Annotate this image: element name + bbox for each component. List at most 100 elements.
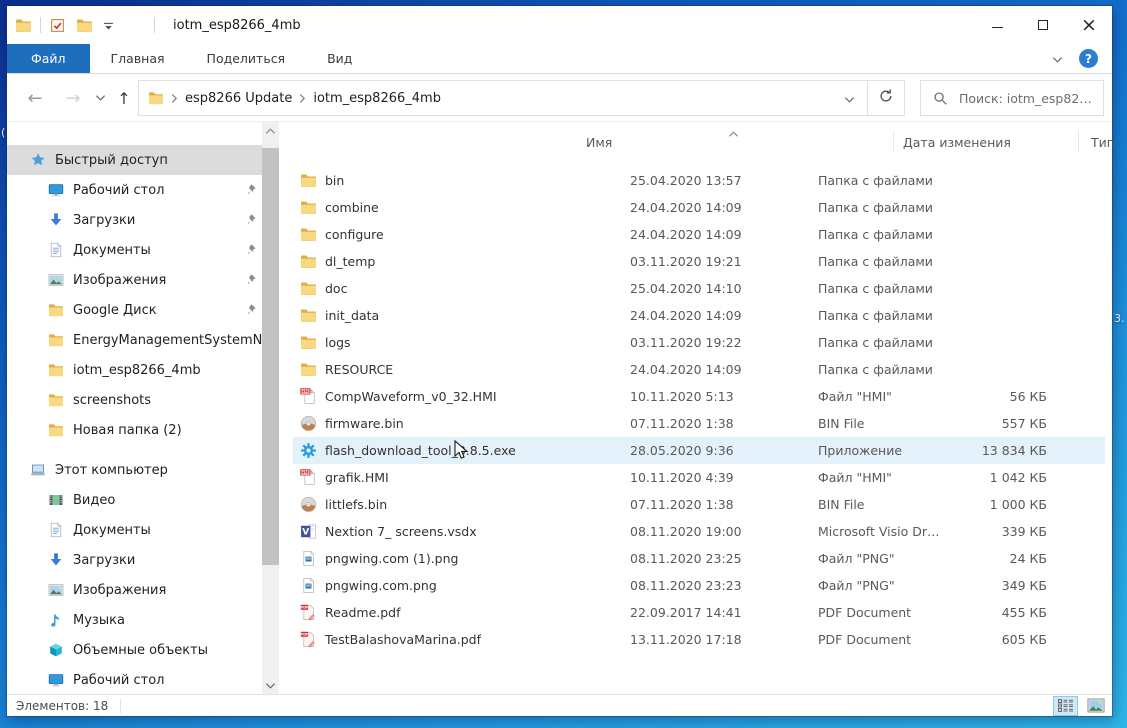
column-separator[interactable]	[1078, 131, 1079, 153]
file-date: 24.04.2020 14:09	[630, 302, 742, 329]
breadcrumb-segment[interactable]: iotm_esp8266_4mb	[313, 91, 441, 106]
folder-icon	[48, 302, 64, 318]
sidebar-item[interactable]: Изображения	[7, 575, 262, 605]
file-name: init_data	[325, 302, 379, 329]
gear-file-icon	[300, 442, 317, 459]
column-separator[interactable]	[893, 131, 894, 153]
up-button[interactable]: ↑	[111, 74, 137, 122]
ribbon-tab[interactable]: Поделиться	[186, 44, 307, 73]
address-bar[interactable]: esp8266 Update iotm_esp8266_4mb	[138, 80, 868, 116]
file-row[interactable]: combine24.04.2020 14:09Папка с файлами	[293, 194, 1105, 221]
file-type: Приложение	[818, 437, 902, 464]
column-headers: ИмяДата измененияТипРазмер	[280, 122, 1112, 156]
sidebar-item-label: Документы	[73, 243, 151, 258]
ribbon-tab[interactable]: Вид	[306, 44, 373, 73]
recent-locations-icon[interactable]	[90, 74, 110, 122]
file-row[interactable]: RESOURCE24.04.2020 14:09Папка с файлами	[293, 356, 1105, 383]
file-name: firmware.bin	[325, 410, 404, 437]
expand-ribbon-icon[interactable]	[1052, 49, 1063, 68]
file-row[interactable]: init_data24.04.2020 14:09Папка с файлами	[293, 302, 1105, 329]
file-date: 28.05.2020 9:36	[630, 437, 734, 464]
breadcrumb-separator-icon[interactable]	[299, 93, 306, 104]
file-row[interactable]: HMICompWaveform_v0_32.HMI10.11.2020 5:13…	[293, 383, 1105, 410]
forward-button[interactable]: →	[59, 74, 87, 122]
file-row[interactable]: PDFReadme.pdf22.09.2017 14:41PDF Documen…	[293, 599, 1105, 626]
sidebar-item[interactable]: Документы	[7, 235, 262, 265]
scrollbar-thumb[interactable]	[262, 148, 279, 565]
details-view-button[interactable]	[1053, 696, 1078, 716]
window-folder-icon	[15, 17, 32, 34]
file-row[interactable]: pngwing.com (1).png08.11.2020 23:25Файл …	[293, 545, 1105, 572]
ribbon-tab[interactable]: Файл	[7, 44, 90, 73]
disc-file-icon	[300, 496, 317, 513]
folder-icon	[300, 226, 317, 243]
file-row[interactable]: doc25.04.2020 14:10Папка с файлами	[293, 275, 1105, 302]
file-row[interactable]: PDFTestBalashovaMarina.pdf13.11.2020 17:…	[293, 626, 1105, 653]
file-row[interactable]: dl_temp03.11.2020 19:21Папка с файлами	[293, 248, 1105, 275]
sidebar-scrollbar[interactable]	[262, 122, 279, 694]
sidebar-item[interactable]: Этот компьютер	[7, 455, 262, 485]
column-header[interactable]: Тип	[1091, 130, 1115, 156]
scroll-up-icon[interactable]	[262, 122, 279, 139]
file-date: 08.11.2020 23:25	[630, 545, 742, 572]
pin-icon	[244, 183, 257, 196]
file-row[interactable]: pngwing.com.png08.11.2020 23:23Файл "PNG…	[293, 572, 1105, 599]
file-row[interactable]: littlefs.bin07.11.2020 1:38BIN File1 000…	[293, 491, 1105, 518]
sidebar-item[interactable]: Быстрый доступ	[7, 145, 262, 175]
navigation-pane: Быстрый доступРабочий столЗагрузкиДокуме…	[7, 122, 280, 694]
sidebar-item[interactable]: Загрузки	[7, 545, 262, 575]
back-button[interactable]: ←	[21, 74, 49, 122]
column-header[interactable]: Дата изменения	[903, 130, 1011, 156]
properties-icon[interactable]	[49, 17, 66, 34]
sidebar-item[interactable]: Документы	[7, 515, 262, 545]
minimize-icon	[992, 27, 1003, 28]
file-row[interactable]: bin25.04.2020 13:57Папка с файлами	[293, 167, 1105, 194]
thumbnails-view-button[interactable]	[1083, 696, 1108, 716]
sidebar-item[interactable]: Изображения	[7, 265, 262, 295]
pin-icon	[244, 273, 257, 286]
file-date: 08.11.2020 23:23	[630, 572, 742, 599]
address-dropdown-icon[interactable]	[844, 89, 867, 108]
sidebar-item[interactable]: Новая папка (2)	[7, 415, 262, 445]
column-header[interactable]: Имя	[586, 130, 612, 156]
sidebar-item[interactable]: Объемные объекты	[7, 635, 262, 665]
sidebar-item[interactable]: Рабочий стол	[7, 175, 262, 205]
file-row[interactable]: flash_download_tool_3.8.5.exe28.05.2020 …	[293, 437, 1105, 464]
sidebar-item[interactable]: iotm_esp8266_4mb	[7, 355, 262, 385]
file-size: 349 КБ	[897, 572, 1047, 599]
refresh-button[interactable]	[868, 80, 905, 116]
sidebar-item[interactable]: Загрузки	[7, 205, 262, 235]
sidebar-item[interactable]: Google Диск	[7, 295, 262, 325]
sidebar-item[interactable]: screenshots	[7, 385, 262, 415]
file-row[interactable]: HMIgrafik.HMI10.11.2020 4:39Файл "HMI"1 …	[293, 464, 1105, 491]
file-name: TestBalashovaMarina.pdf	[325, 626, 481, 653]
sidebar-item[interactable]: Рабочий стол	[7, 665, 262, 694]
search-input[interactable]	[959, 81, 1099, 115]
file-row[interactable]: firmware.bin07.11.2020 1:38BIN File557 К…	[293, 410, 1105, 437]
scroll-down-icon[interactable]	[262, 677, 279, 694]
minimize-button[interactable]	[974, 6, 1020, 44]
file-row[interactable]: logs03.11.2020 19:22Папка с файлами	[293, 329, 1105, 356]
close-button[interactable]: ×	[1066, 6, 1112, 44]
maximize-button[interactable]	[1020, 6, 1066, 44]
file-row[interactable]: configure24.04.2020 14:09Папка с файлами	[293, 221, 1105, 248]
sidebar-item[interactable]: Музыка	[7, 605, 262, 635]
sidebar-item[interactable]: EnergyManagementSystemN	[7, 325, 262, 355]
sidebar-item-label: Рабочий стол	[73, 183, 164, 198]
new-folder-icon[interactable]	[76, 17, 93, 34]
help-button[interactable]: ?	[1079, 49, 1098, 68]
file-size: 339 КБ	[897, 518, 1047, 545]
title-bar[interactable]: iotm_esp8266_4mb ×	[7, 6, 1112, 44]
sidebar-item[interactable]: Видео	[7, 485, 262, 515]
qat-dropdown-icon[interactable]	[103, 17, 114, 34]
file-size: 1 042 КБ	[897, 464, 1047, 491]
breadcrumb-segment[interactable]: esp8266 Update	[185, 91, 292, 106]
file-row[interactable]: VNextion 7_ screens.vsdx08.11.2020 19:00…	[293, 518, 1105, 545]
breadcrumb-separator-icon[interactable]	[171, 93, 178, 104]
explorer-window: iotm_esp8266_4mb × ФайлГлавнаяПоделиться…	[7, 6, 1112, 716]
status-bar: Элементов: 18	[7, 694, 1112, 716]
ribbon-tab[interactable]: Главная	[90, 44, 186, 73]
sort-ascending-icon[interactable]	[728, 123, 739, 142]
svg-text:HMI: HMI	[301, 389, 310, 394]
file-name: grafik.HMI	[325, 464, 389, 491]
